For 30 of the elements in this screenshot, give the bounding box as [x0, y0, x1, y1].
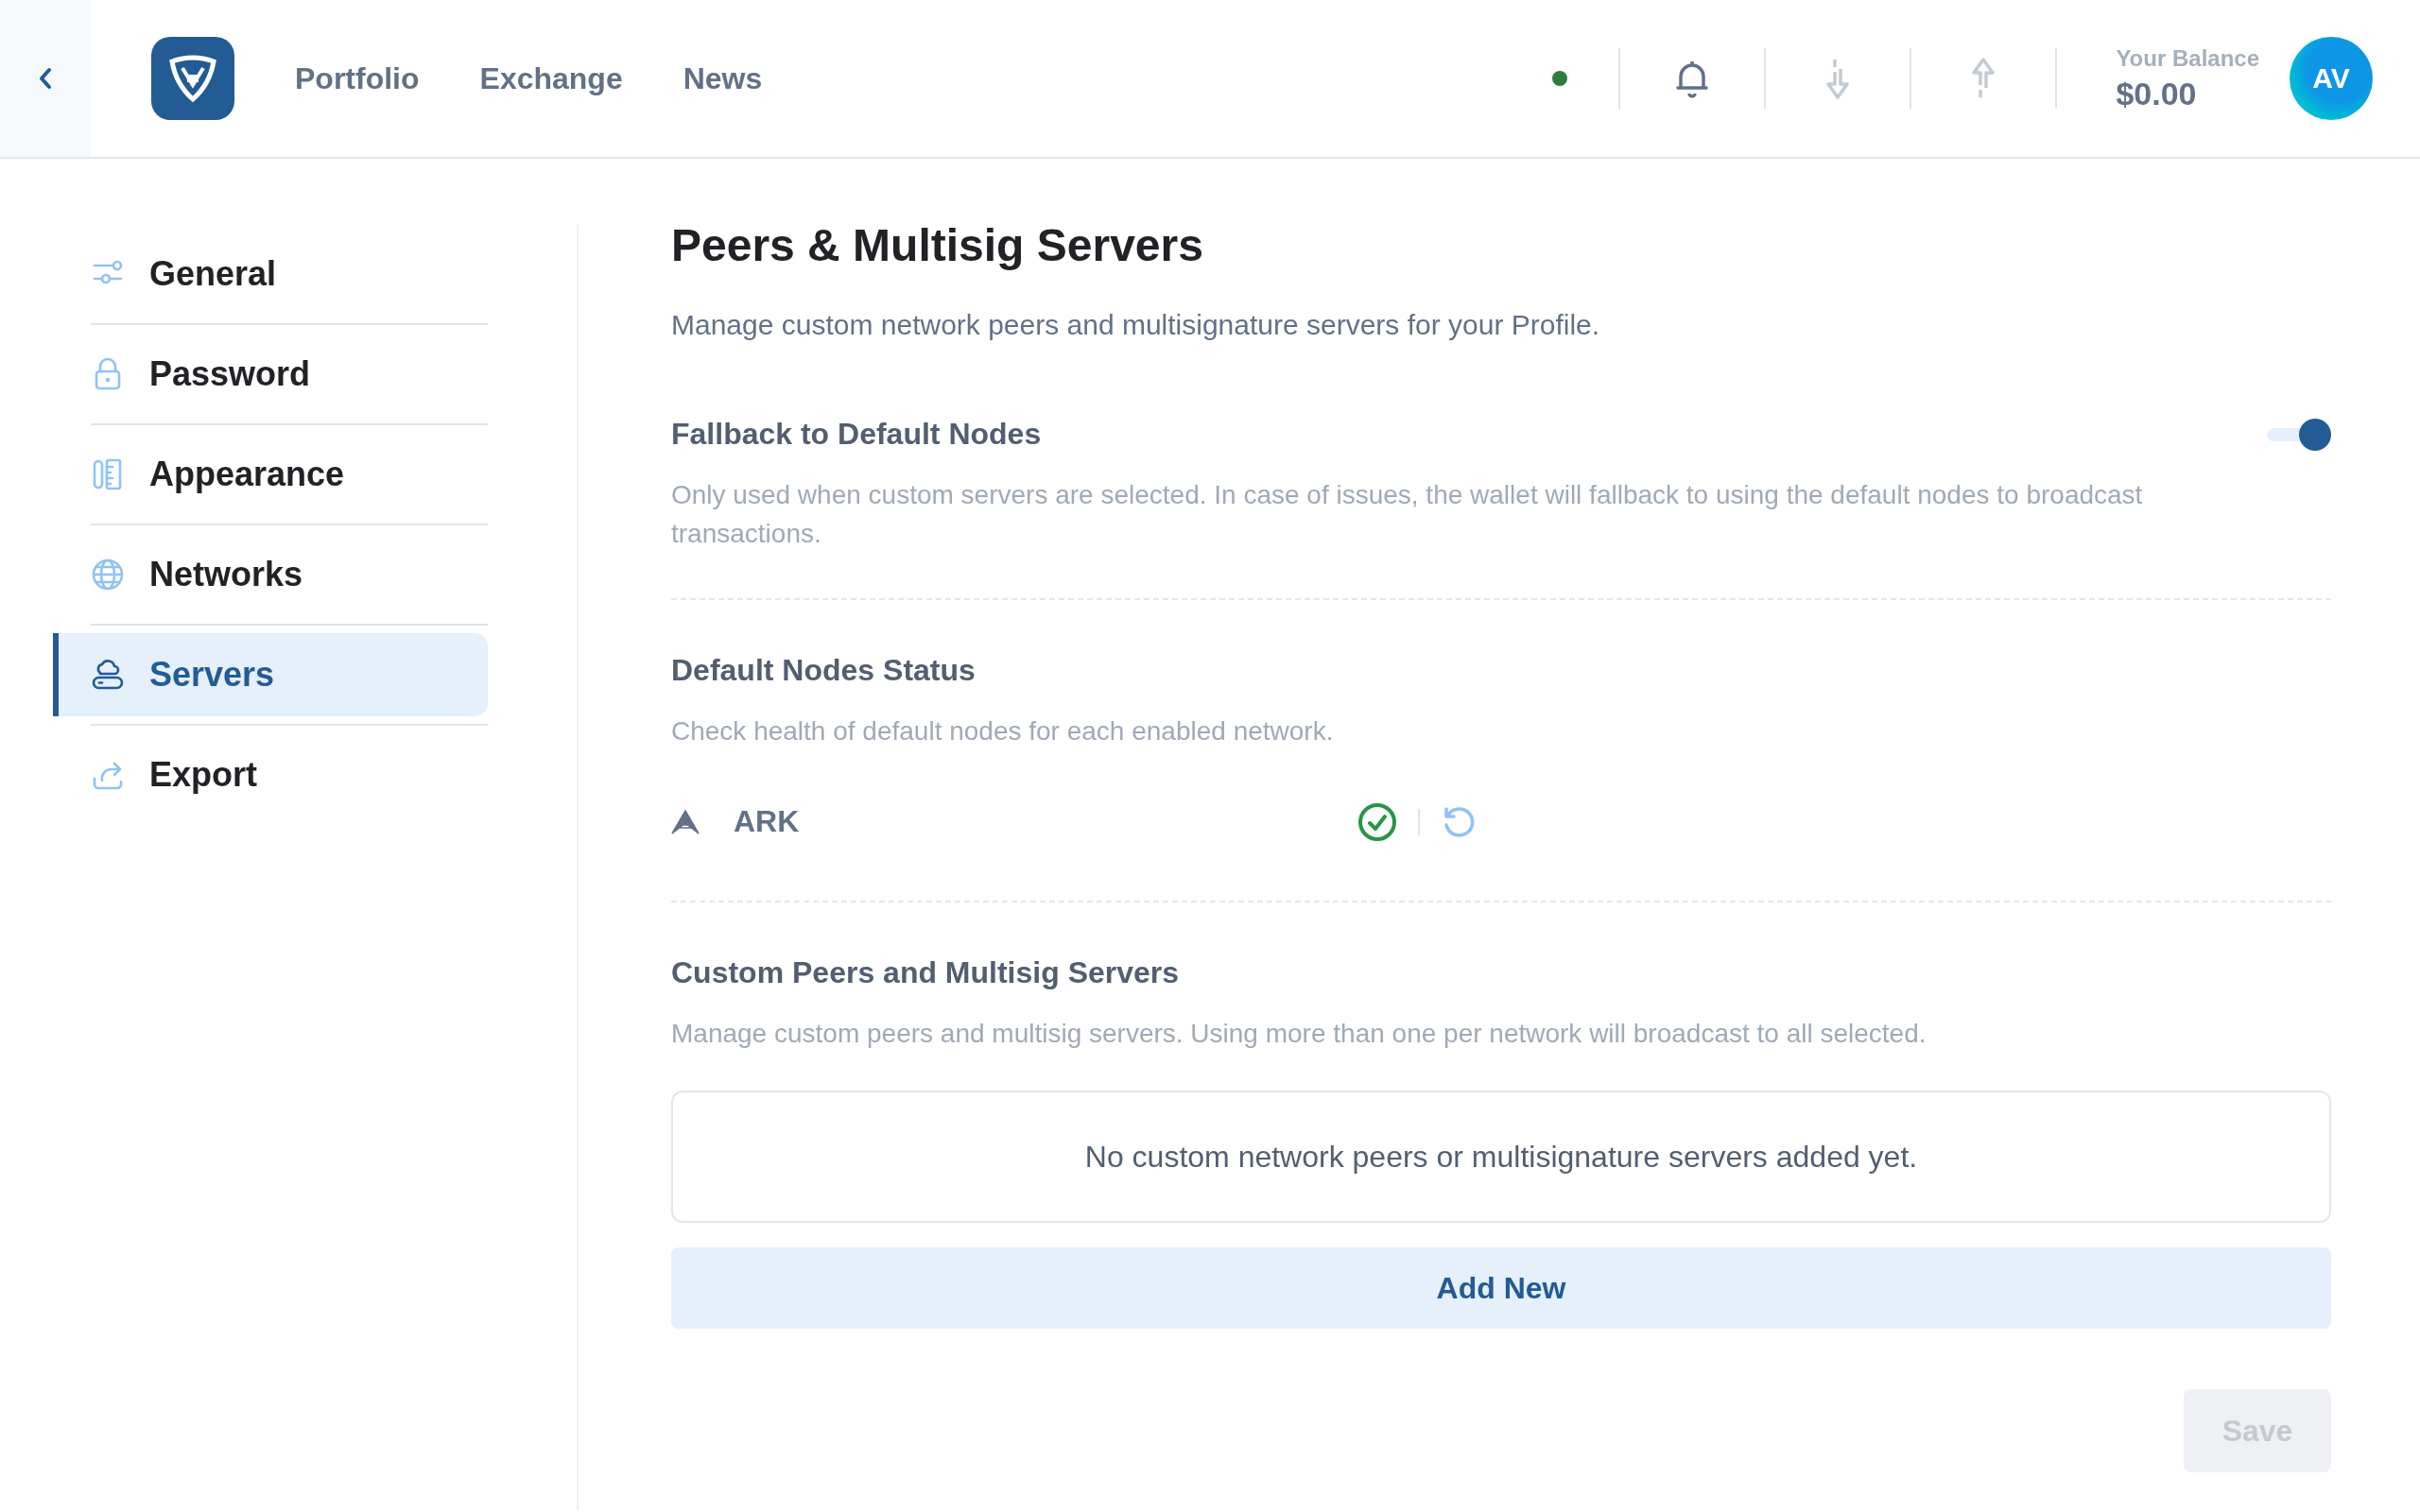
balance-amount: $0.00 — [2116, 75, 2198, 112]
section-title: Default Nodes Status — [671, 653, 977, 689]
sidebar-item[interactable]: Export — [53, 733, 488, 816]
nav-link[interactable]: Portfolio — [295, 60, 420, 96]
add-new-button[interactable]: Add New — [671, 1247, 2331, 1330]
sidebar-item[interactable]: General — [53, 232, 488, 316]
section-title: Fallback to Default Nodes — [671, 417, 1042, 452]
section-description: Manage custom peers and multisig servers. Using more than one per network will broadcast to all selected. — [671, 1017, 1927, 1050]
empty-state-message: No custom network peers or multisignature servers added yet. — [671, 1091, 2331, 1224]
section-title: Custom Peers and Multisig Servers — [671, 954, 1181, 990]
section-description: Check health of default nodes for each enabled network. — [671, 715, 1335, 748]
sidebar-item[interactable]: Servers — [53, 633, 488, 716]
sidebar-item[interactable]: Password — [53, 333, 488, 416]
nav-link[interactable]: News — [683, 60, 763, 96]
nav-link[interactable]: Exchange — [479, 60, 623, 96]
avatar[interactable]: AV — [2290, 37, 2373, 120]
network-logo-icon — [671, 809, 700, 834]
back-button[interactable] — [0, 0, 91, 157]
network-name: ARK — [734, 804, 801, 840]
page-title: Peers & Multisig Servers — [671, 219, 1204, 271]
globe-icon — [91, 558, 125, 592]
section-description: Only used when custom servers are selected. In case of issues, the wallet will fallback to using the default nodes to broadcast transactions. — [671, 479, 2144, 550]
chevron-left-icon — [38, 67, 53, 90]
fallback-toggle[interactable] — [2267, 417, 2331, 452]
app-logo[interactable] — [151, 37, 234, 120]
page-description: Manage custom network peers and multisignature servers for your Profile. — [671, 309, 1601, 341]
sidebar-item[interactable]: Appearance — [53, 433, 488, 516]
servers-icon — [91, 658, 125, 692]
sidebar-item[interactable]: Networks — [53, 533, 488, 616]
balance-label: Your Balance — [2116, 44, 2259, 72]
